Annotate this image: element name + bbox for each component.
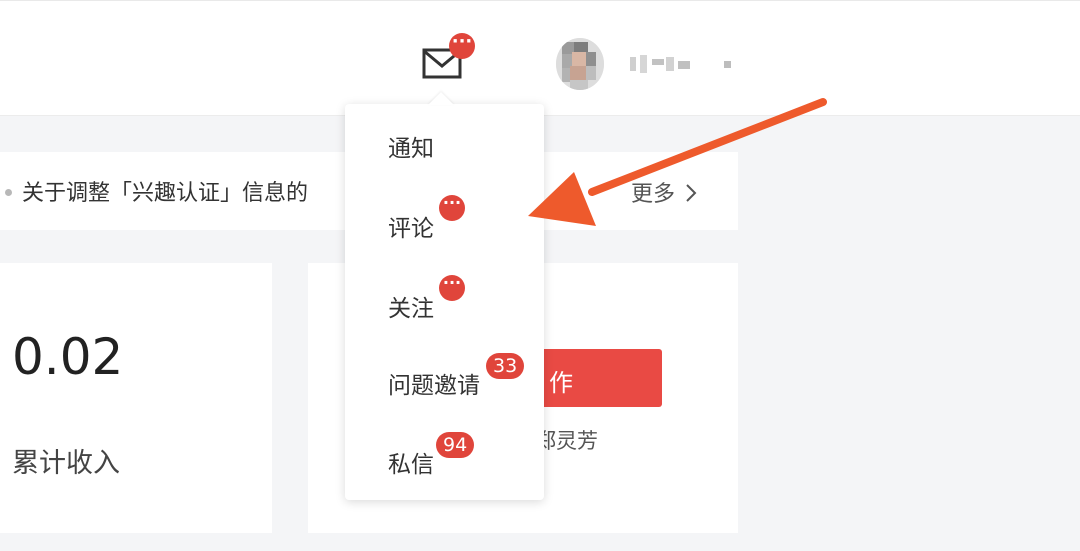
menu-item-follows[interactable]: 关注 ··· <box>345 274 544 334</box>
menu-item-private-messages[interactable]: 私信 94 <box>345 430 544 490</box>
income-label: 累计收入 <box>12 448 120 479</box>
follows-badge: ··· <box>439 275 465 301</box>
chevron-right-icon <box>686 184 697 202</box>
username-blur-block <box>724 61 731 68</box>
announcement-dot <box>5 189 12 196</box>
author-name: 郑灵芳 <box>535 429 598 453</box>
username-blur-block <box>630 57 636 71</box>
username-blur-block <box>652 59 664 65</box>
username-blur-block <box>640 55 647 73</box>
income-card <box>0 263 272 533</box>
more-label: 更多 <box>631 182 676 207</box>
messages-badge: ··· <box>449 33 475 59</box>
question-invites-badge: 33 <box>486 353 525 379</box>
menu-item-notifications[interactable]: 通知 <box>345 114 544 174</box>
menu-item-label: 私信 <box>388 452 434 478</box>
menu-item-label: 通知 <box>388 136 434 162</box>
menu-item-label: 问题邀请 <box>388 373 480 399</box>
avatar[interactable] <box>556 38 604 90</box>
announcement-text[interactable]: 关于调整「兴趣认证」信息的 <box>22 175 308 207</box>
comments-badge: ··· <box>439 195 465 221</box>
private-messages-badge: 94 <box>436 432 475 458</box>
menu-item-question-invites[interactable]: 问题邀请 33 <box>345 351 544 411</box>
create-button-label: 作 <box>549 369 573 397</box>
menu-item-label: 关注 <box>388 296 434 322</box>
menu-item-comments[interactable]: 评论 ··· <box>345 194 544 254</box>
username-blur-block <box>678 61 690 69</box>
top-bar <box>0 0 1080 116</box>
username-blur-block <box>666 57 674 71</box>
username-blurred[interactable] <box>628 55 738 75</box>
income-value: 0.02 <box>12 328 124 386</box>
dropdown-caret <box>428 92 454 105</box>
more-link[interactable]: 更多 <box>631 176 698 208</box>
menu-item-label: 评论 <box>388 216 434 242</box>
